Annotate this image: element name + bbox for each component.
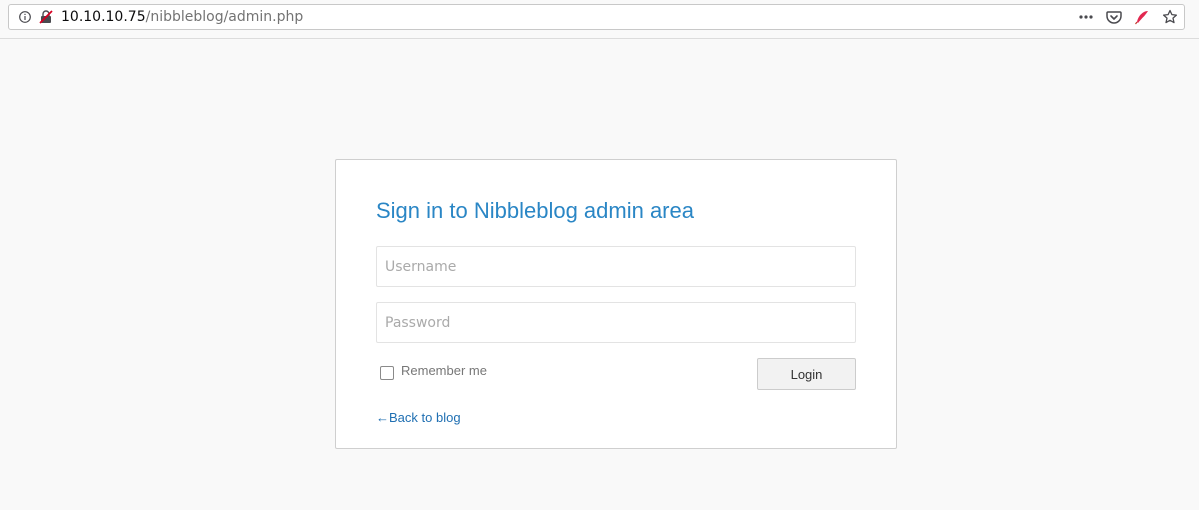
login-title: Sign in to Nibbleblog admin area <box>376 198 694 223</box>
url-text[interactable]: 10.10.10.75/nibbleblog/admin.php <box>61 5 303 29</box>
back-to-blog-link[interactable]: ←Back to blog <box>376 410 461 425</box>
login-panel: Sign in to Nibbleblog admin area Remembe… <box>335 159 897 449</box>
feather-extension-icon[interactable] <box>1134 9 1150 25</box>
remember-me-label[interactable]: Remember me <box>401 364 487 378</box>
address-bar[interactable]: 10.10.10.75/nibbleblog/admin.php <box>8 4 1185 30</box>
url-path: /nibbleblog/admin.php <box>145 9 304 25</box>
browser-toolbar: 10.10.10.75/nibbleblog/admin.php <box>0 0 1199 39</box>
info-icon[interactable] <box>19 11 31 23</box>
username-input[interactable] <box>376 246 856 287</box>
password-input[interactable] <box>376 302 856 343</box>
url-host: 10.10.10.75 <box>61 9 146 25</box>
more-actions-icon[interactable] <box>1078 9 1094 25</box>
star-bookmark-icon[interactable] <box>1162 9 1178 25</box>
login-button[interactable]: Login <box>757 358 856 390</box>
remember-me-checkbox[interactable] <box>380 366 394 380</box>
insecure-connection-icon[interactable] <box>39 10 53 24</box>
pocket-icon[interactable] <box>1106 9 1122 25</box>
